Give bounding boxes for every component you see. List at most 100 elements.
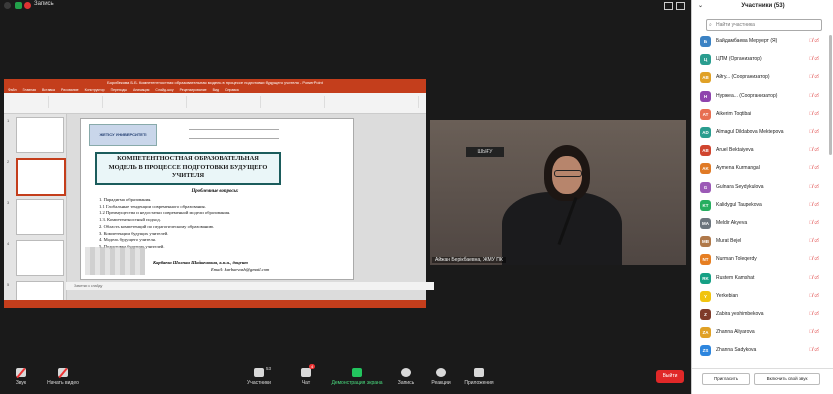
slide-thumbnail-4[interactable]	[16, 240, 64, 276]
muted-mic-icon: 🎙̸ ▭̸	[809, 38, 819, 44]
participant-row[interactable]: NT Nurman Toleqerdy 🎙̸ ▭̸	[700, 253, 825, 267]
record-button[interactable]: Запись	[394, 368, 418, 386]
participant-row[interactable]: AT Aikerim Toqtibai 🎙̸ ▭̸	[700, 108, 825, 122]
participant-row[interactable]: AB Aruel Bektaiyeva 🎙̸ ▭̸	[700, 144, 825, 158]
muted-mic-icon: 🎙̸ ▭̸	[809, 183, 819, 190]
unmute-self-button[interactable]: Включить свой звук	[754, 373, 820, 385]
participant-row[interactable]: KT Kalidygul Taupekova 🎙̸ ▭̸	[700, 199, 825, 213]
shield-icon[interactable]	[15, 2, 22, 9]
chat-button[interactable]: 4 Чат	[294, 364, 318, 386]
slide-thumbnail-5[interactable]	[16, 281, 64, 301]
participant-search-input[interactable]: ⌕ Найти участника	[706, 19, 822, 31]
slide-number: 2	[7, 159, 10, 164]
reactions-icon	[436, 368, 446, 377]
chevron-down-icon[interactable]: ⌄	[698, 0, 703, 12]
avatar: MA	[700, 218, 711, 229]
mute-button[interactable]: Звук	[10, 367, 32, 386]
record-icon	[401, 368, 411, 377]
avatar: ZA	[700, 327, 711, 339]
participant-name: Zhanna Sadykova	[716, 347, 757, 354]
search-placeholder: Найти участника	[716, 22, 755, 28]
slide-thumbnail-1[interactable]	[16, 117, 64, 153]
muted-mic-icon: 🎙̸ ▭̸	[809, 165, 819, 172]
avatar: Y	[700, 290, 711, 302]
participant-row[interactable]: Б Байдамбаева Меруерт (Я) 🎙̸ ▭̸	[700, 35, 825, 49]
slide-list-item: 3. Компетенции будущих учителей.	[99, 230, 169, 236]
participants-count: 53	[266, 366, 272, 371]
participants-button[interactable]: 53 Участники	[244, 366, 274, 386]
slide-thumbnail-3[interactable]	[16, 199, 64, 235]
shared-screen-powerpoint[interactable]: Борибекова Б.Б. Компетентностная образов…	[4, 79, 434, 308]
avatar: Z	[700, 309, 711, 320]
avatar: Н	[700, 90, 711, 102]
participant-name: Aikerim Toqtibai	[716, 110, 752, 117]
pixelated-decoration	[85, 247, 145, 275]
avatar: AD	[700, 127, 711, 138]
slide-list-item: 1. Парадигма образования.	[99, 197, 152, 202]
participant-row[interactable]: Y Yerkebian 🎙̸ ▭̸	[700, 290, 825, 304]
slide-list-item: 4. Модель будущего учителя.	[99, 237, 156, 243]
muted-mic-icon: 🎙̸ ▭̸	[809, 110, 819, 117]
chat-badge: 4	[309, 364, 316, 369]
participant-name: Gulnara Seydykulova	[716, 183, 764, 190]
slide-title-line: УЧИТЕЛЯ	[171, 172, 205, 179]
muted-mic-icon: 🎙̸ ▭̸	[809, 147, 819, 154]
participants-panel-title: Участники (53)	[741, 3, 785, 9]
participants-label: Участники	[247, 380, 271, 386]
participant-name: Murat Bejel	[716, 238, 742, 245]
info-icon[interactable]	[4, 2, 11, 9]
participant-name: Almagul Dildabova Mektepova	[716, 129, 784, 135]
slide-subtitle: Проблемные вопросы:	[191, 189, 239, 194]
participant-row[interactable]: ZA Zhanna Aliyarova 🎙̸ ▭̸	[700, 326, 825, 340]
participant-row[interactable]: RK Rustem Kamshat 🎙̸ ▭̸	[700, 272, 825, 286]
ppt-status-bar	[4, 300, 426, 308]
participant-name: Нуржеа... (Соорганизатор)	[716, 92, 778, 99]
meeting-toolbar: Звук Начать видео 53 Участники 4 Чат Дем…	[0, 364, 690, 394]
slide-number: 1	[7, 118, 10, 123]
muted-mic-icon: 🎙̸ ▭̸	[809, 56, 819, 63]
fullscreen-icon[interactable]	[676, 2, 685, 10]
participants-icon: 53	[254, 366, 271, 377]
participant-row[interactable]: Ц ЦПМ (Организатор) 🎙̸ ▭̸	[700, 53, 825, 67]
exit-sign: ШЫҒУ	[466, 147, 504, 157]
participant-row[interactable]: MB Murat Bejel 🎙̸ ▭̸	[700, 235, 825, 249]
apps-button[interactable]: Приложения	[460, 368, 498, 386]
slide-list-item: 1.1 Глобальные тенденции современного об…	[99, 203, 206, 209]
reactions-button[interactable]: Реакции	[428, 368, 454, 386]
chat-label: Чат	[301, 380, 311, 386]
ppt-title-bar: Борибекова Б.Б. Компетентностная образов…	[4, 79, 426, 87]
ppt-ribbon	[4, 93, 426, 114]
gallery-view-icon[interactable]	[664, 2, 673, 10]
slide-author: Карбаева Шолпан Шайкеновна, к.п.н., доце…	[153, 260, 248, 265]
invite-button[interactable]: Пригласить	[702, 373, 750, 385]
speaker-video[interactable]: ШЫҒУ Айжан Берікбаевна, ЖМУ ПК	[430, 120, 686, 265]
slide-notes[interactable]: Заметки к слайду	[66, 282, 434, 290]
avatar: KT	[700, 199, 711, 211]
participant-row[interactable]: ZS Zhanna Sadykova 🎙̸ ▭̸	[700, 344, 825, 358]
start-video-button[interactable]: Начать видео	[44, 367, 82, 386]
meeting-top-bar: Запись	[0, 0, 690, 12]
chat-icon: 4	[301, 364, 316, 377]
muted-mic-icon: 🎙̸ ▭̸	[809, 347, 819, 354]
participants-scrollbar[interactable]	[829, 35, 832, 155]
participant-row[interactable]: AB Айгу... (Соорганизатор) 🎙̸ ▭̸	[700, 71, 825, 85]
leave-button[interactable]: Выйти	[656, 370, 684, 383]
participant-row[interactable]: AD Almagul Dildabova Mektepova 🎙̸ ▭̸	[700, 126, 825, 140]
participant-row[interactable]: MA Meldir Akyeva 🎙̸ ▭̸	[700, 217, 825, 231]
participant-name: Zhanna Aliyarova	[716, 329, 755, 336]
avatar: G	[700, 181, 711, 193]
participant-name: Meldir Akyeva	[716, 220, 748, 226]
slide-number: 4	[7, 241, 10, 246]
participant-row[interactable]: Z Zabira yeshimbekova 🎙̸ ▭̸	[700, 308, 825, 322]
slide-thumbnail-2[interactable]	[16, 158, 66, 196]
participant-name: Zabira yeshimbekova	[716, 311, 764, 317]
participant-row[interactable]: G Gulnara Seydykulova 🎙̸ ▭̸	[700, 181, 825, 195]
participant-name: Байдамбаева Меруерт (Я)	[716, 38, 778, 44]
avatar: Б	[700, 36, 711, 47]
participant-row[interactable]: AK Aymena Kurmangal 🎙̸ ▭̸	[700, 162, 825, 176]
muted-mic-icon: 🎙̸ ▭̸	[809, 256, 819, 263]
share-screen-label: Демонстрация экрана	[331, 380, 383, 386]
share-screen-button[interactable]: Демонстрация экрана	[328, 368, 386, 386]
participant-row[interactable]: Н Нуржеа... (Соорганизатор) 🎙̸ ▭̸	[700, 90, 825, 104]
camera-icon	[58, 367, 68, 379]
